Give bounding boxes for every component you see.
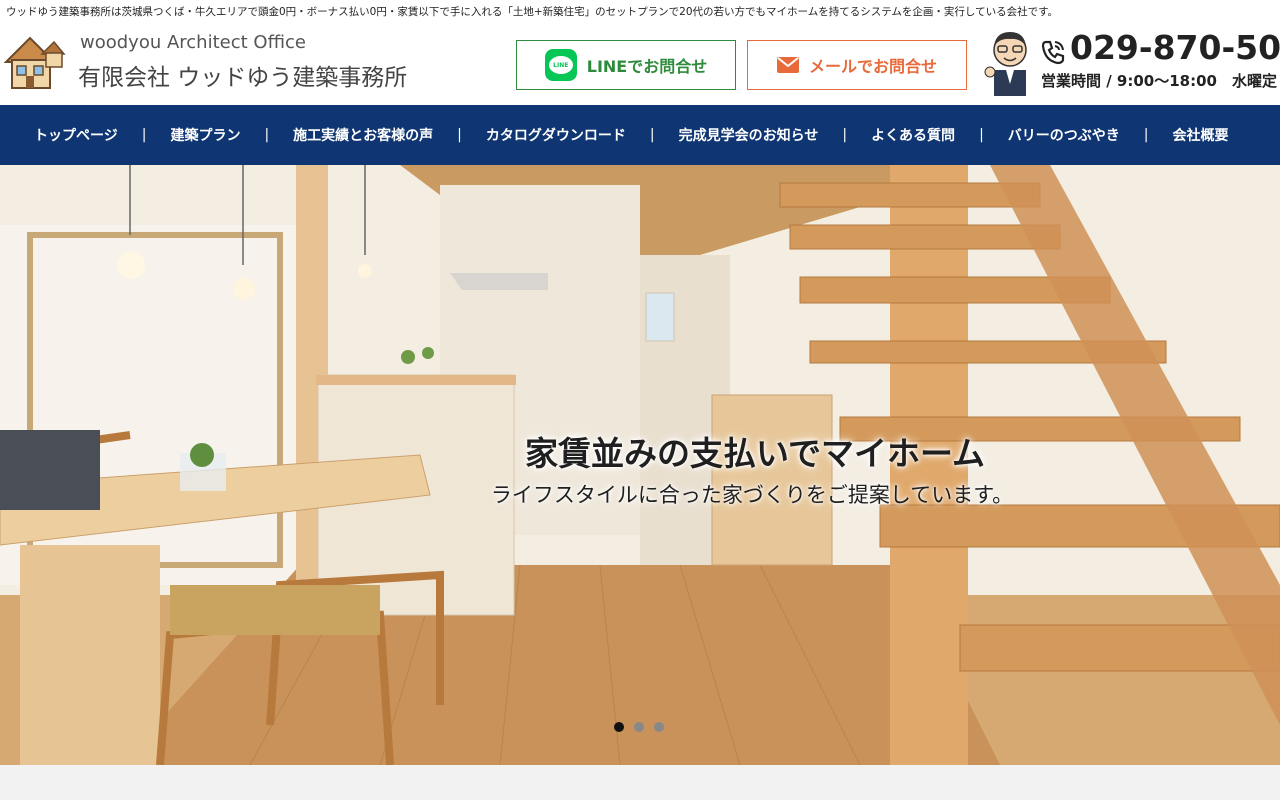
hero-slider: 家賃並みの支払いでマイホーム ライフスタイルに合った家づくりをご提案しています。 (0, 165, 1280, 765)
nav-separator: | (979, 127, 984, 143)
nav-separator: | (842, 127, 848, 143)
site-header: woodyou Architect Office 有限会社 ウッドゆう建築事務所… (0, 24, 1280, 105)
slider-dot-1[interactable] (614, 722, 624, 732)
nav-separator: | (264, 127, 270, 143)
nav-separator: | (141, 127, 147, 143)
nav-item-works[interactable]: 施工実績とお客様の声 (293, 125, 433, 145)
line-contact-label: LINEでお問合せ (586, 57, 708, 76)
section-divider (0, 765, 1280, 800)
nav-separator: | (1143, 127, 1149, 143)
line-contact-button[interactable]: LINE LINEでお問合せ (516, 40, 736, 90)
envelope-icon (776, 57, 799, 73)
house-logo-icon[interactable] (2, 32, 66, 92)
nav-separator: | (649, 127, 655, 143)
logo-company-name[interactable]: 有限会社 ウッドゆう建築事務所 (78, 58, 407, 92)
mail-contact-label: メールでお問合せ (808, 57, 937, 76)
nav-item-open-house[interactable]: 完成見学会のお知らせ (679, 125, 819, 145)
phone-number[interactable]: 029-870-506 (1070, 28, 1280, 67)
phone-icon (1041, 40, 1065, 65)
nav-item-top[interactable]: トップページ (34, 125, 118, 145)
business-hours: 営業時間 / 9:00～18:00 水曜定 (1041, 72, 1277, 90)
slider-dot-3[interactable] (654, 722, 664, 732)
slider-dot-2[interactable] (634, 722, 644, 732)
slider-dots (614, 722, 664, 732)
site-tagline: ウッドゆう建築事務所は茨城県つくば・牛久エリアで頭金0円・ボーナス払い0円・家賃… (6, 6, 1059, 18)
hero-subtitle: ライフスタイルに合った家づくりをご提案しています。 (490, 483, 1014, 507)
line-icon: LINE (544, 49, 577, 81)
nav-item-blog[interactable]: バリーのつぶやき (1008, 125, 1120, 145)
staff-avatar (984, 32, 1027, 96)
nav-item-catalog[interactable]: カタログダウンロード (486, 125, 626, 145)
hero-title: 家賃並みの支払いでマイホーム (524, 434, 986, 473)
mail-contact-button[interactable]: メールでお問合せ (747, 40, 967, 90)
global-nav: トップページ | 建築プラン | 施工実績とお客様の声 | カタログダウンロード… (0, 105, 1280, 165)
nav-item-faq[interactable]: よくある質問 (871, 125, 955, 145)
nav-separator: | (457, 127, 462, 143)
logo-english-name[interactable]: woodyou Architect Office (80, 32, 306, 53)
nav-item-plans[interactable]: 建築プラン (170, 125, 240, 145)
nav-item-company[interactable]: 会社概要 (1173, 125, 1229, 145)
